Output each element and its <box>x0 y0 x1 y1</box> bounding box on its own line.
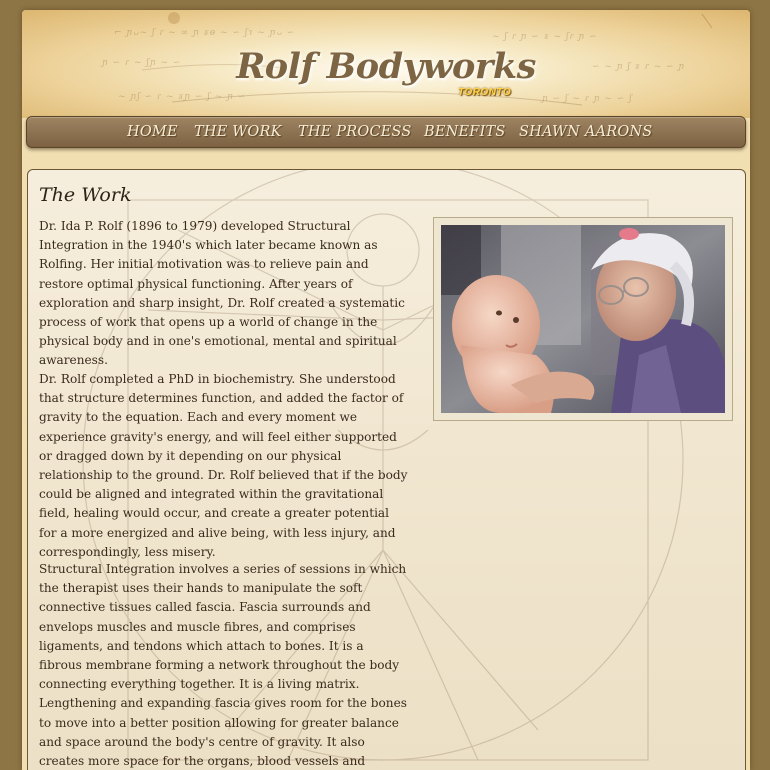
paragraph-gravity: Dr. Rolf completed a PhD in biochemistry… <box>39 372 408 559</box>
nav-the-process-link[interactable]: THE PROCESS <box>298 124 412 140</box>
nav-benefits-link[interactable]: BENEFITS <box>424 124 506 140</box>
paragraph-history: Dr. Ida P. Rolf (1896 to 1979) developed… <box>39 219 405 368</box>
site-header: ⌐ ɲᴗ~ ʃ ɾ ~ ∞ ɲ ɤɵ ~ ∽ ʃɿ ~ ɲᴗ ∽ ~ ʃ ɾ ɲ… <box>22 10 750 118</box>
nav-the-work-link[interactable]: THE WORK <box>194 124 282 140</box>
content-panel: The Work Dr. Ida P. Rolf (1896 to 1979) … <box>27 169 746 770</box>
nav-home-link[interactable]: HOME <box>127 124 178 140</box>
main-nav: HOME THE WORK THE PROCESS BENEFITS SHAWN… <box>26 116 746 148</box>
photo-frame <box>433 217 733 421</box>
ida-rolf-with-baby-photo <box>441 225 725 413</box>
site-subtitle: TORONTO <box>458 87 512 98</box>
site-title[interactable]: Rolf Bodyworks <box>22 46 750 87</box>
page-title: The Work <box>39 184 132 206</box>
nav-shawn-aarons-link[interactable]: SHAWN AARONS <box>519 124 652 140</box>
paragraph-fascia: Structural Integration involves a series… <box>39 562 407 769</box>
